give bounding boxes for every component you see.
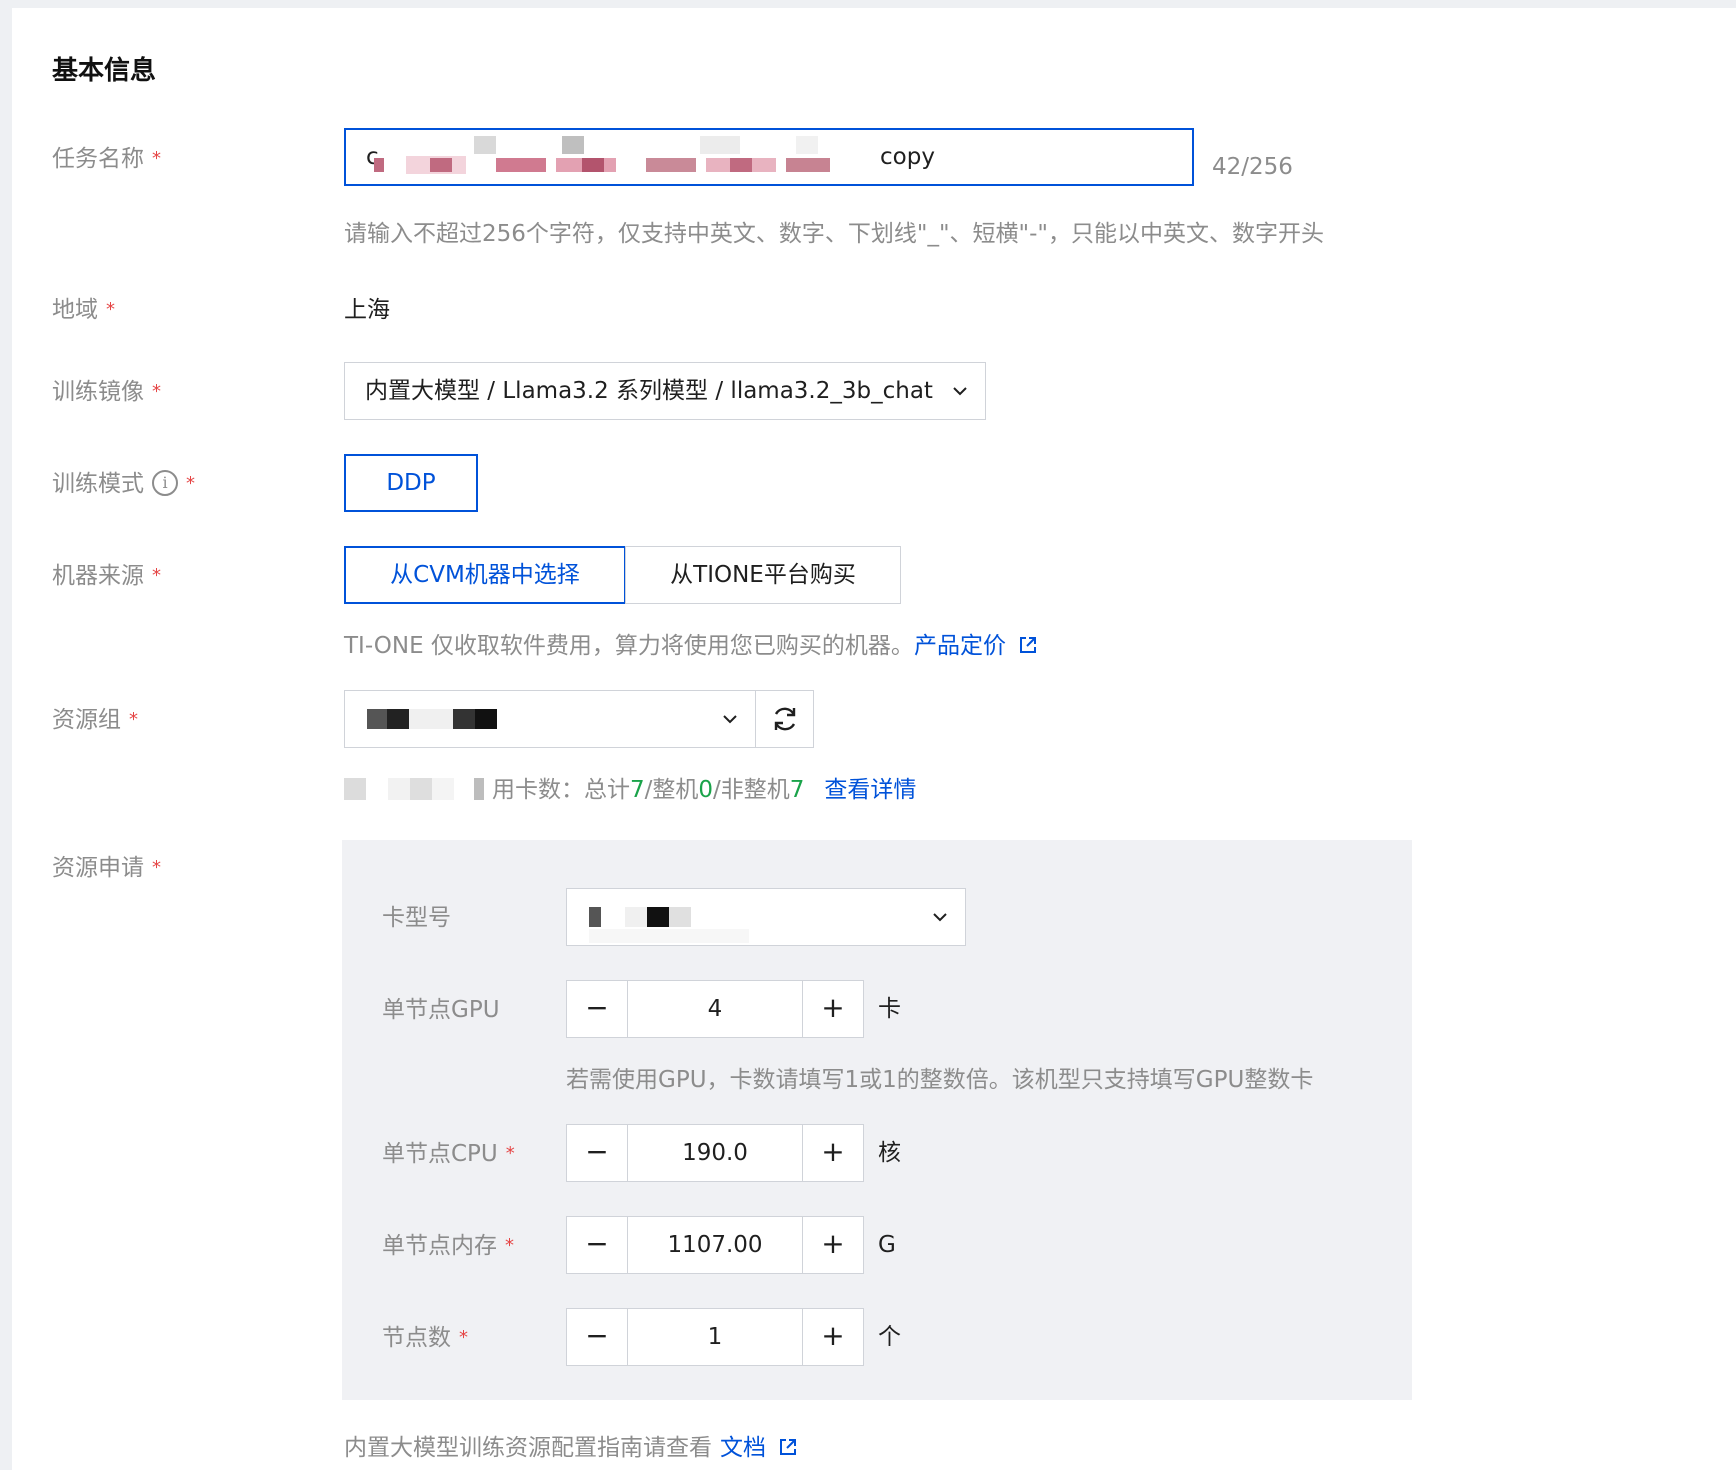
nodes-plus-button[interactable]: + bbox=[803, 1309, 863, 1365]
region-label: 地域 * bbox=[52, 297, 115, 323]
redacted-block bbox=[786, 158, 830, 172]
required-mark: * bbox=[129, 709, 138, 730]
nodes-label: 节点数 * bbox=[382, 1325, 468, 1351]
chevron-down-icon bbox=[723, 715, 737, 724]
gpu-minus-button[interactable]: − bbox=[567, 981, 627, 1037]
redacted-block bbox=[625, 907, 647, 927]
available-cards-text: 用卡数：总计7/整机0/非整机7 查看详情 bbox=[492, 777, 917, 803]
redacted-block bbox=[796, 136, 818, 154]
gpu-unit: 卡 bbox=[878, 996, 901, 1022]
docs-link[interactable]: 文档 bbox=[720, 1435, 766, 1461]
gpu-plus-button[interactable]: + bbox=[803, 981, 863, 1037]
redacted-block bbox=[700, 136, 740, 154]
source-cvm-button[interactable]: 从CVM机器中选择 bbox=[344, 546, 626, 604]
redacted-block bbox=[589, 929, 749, 943]
redacted-block bbox=[387, 709, 409, 729]
required-mark: * bbox=[106, 299, 115, 320]
redacted-group-name bbox=[344, 772, 494, 802]
cpu-minus-button[interactable]: − bbox=[567, 1125, 627, 1181]
redacted-block bbox=[374, 158, 384, 172]
region-value: 上海 bbox=[344, 297, 390, 323]
nodes-stepper: − 1 + bbox=[566, 1308, 864, 1366]
cpu-label: 单节点CPU * bbox=[382, 1141, 515, 1167]
redacted-block bbox=[453, 709, 475, 729]
chevron-down-icon bbox=[933, 913, 947, 922]
redacted-block bbox=[646, 158, 696, 172]
redacted-block bbox=[475, 709, 497, 729]
required-mark: * bbox=[459, 1327, 468, 1348]
resource-group-label: 资源组 * bbox=[52, 707, 138, 733]
redacted-block bbox=[669, 907, 691, 927]
required-mark: * bbox=[505, 1143, 515, 1164]
resource-request-panel: 卡型号 单节点GPU − 4 + 卡 若需使用GPU，卡数请填写1或1的整数倍。… bbox=[342, 840, 1412, 1400]
mode-ddp-button[interactable]: DDP bbox=[344, 454, 478, 512]
cpu-stepper: − 190.0 + bbox=[566, 1124, 864, 1182]
char-counter: 42/256 bbox=[1212, 154, 1293, 180]
redacted-block bbox=[730, 158, 752, 172]
cpu-value-input[interactable]: 190.0 bbox=[627, 1125, 803, 1181]
redacted-block bbox=[562, 136, 584, 154]
external-link-icon[interactable] bbox=[778, 1437, 798, 1457]
whole-count: 0 bbox=[698, 777, 714, 803]
nodes-minus-button[interactable]: − bbox=[567, 1309, 627, 1365]
memory-stepper: − 1107.00 + bbox=[566, 1216, 864, 1274]
required-mark: * bbox=[152, 565, 161, 586]
redacted-block bbox=[409, 709, 453, 729]
nodes-unit: 个 bbox=[878, 1324, 901, 1350]
nodes-value-input[interactable]: 1 bbox=[627, 1309, 803, 1365]
task-name-input[interactable]: c copy bbox=[344, 128, 1194, 186]
task-name-hint: 请输入不超过256个字符，仅支持中英文、数字、下划线"_"、短横"-"，只能以中… bbox=[344, 221, 1325, 247]
gpu-stepper: − 4 + bbox=[566, 980, 864, 1038]
required-mark: * bbox=[152, 381, 161, 402]
external-link-icon[interactable] bbox=[1018, 635, 1038, 655]
mode-label: 训练模式 i * bbox=[52, 469, 195, 497]
total-count: 7 bbox=[630, 777, 645, 803]
redacted-block bbox=[474, 136, 496, 154]
cpu-unit: 核 bbox=[878, 1140, 901, 1166]
memory-minus-button[interactable]: − bbox=[567, 1217, 627, 1273]
required-mark: * bbox=[505, 1235, 514, 1256]
required-mark: * bbox=[152, 148, 161, 169]
view-details-link[interactable]: 查看详情 bbox=[824, 777, 916, 803]
source-label: 机器来源 * bbox=[52, 563, 161, 589]
image-select[interactable]: 内置大模型 / Llama3.2 系列模型 / llama3.2_3b_chat bbox=[344, 362, 986, 420]
redacted-block bbox=[647, 907, 669, 927]
gpu-label: 单节点GPU bbox=[382, 997, 500, 1023]
partial-count: 7 bbox=[789, 777, 805, 803]
task-name-label: 任务名称 * bbox=[52, 146, 161, 172]
redacted-block bbox=[582, 158, 604, 172]
refresh-icon bbox=[774, 707, 796, 731]
memory-unit: G bbox=[878, 1232, 896, 1258]
pricing-link[interactable]: 产品定价 bbox=[914, 633, 1006, 659]
redacted-block bbox=[367, 709, 387, 729]
resource-request-label: 资源申请 * bbox=[52, 855, 161, 881]
image-label: 训练镜像 * bbox=[52, 379, 161, 405]
redacted-block bbox=[589, 907, 601, 927]
resource-group-select[interactable] bbox=[344, 690, 756, 748]
redacted-block bbox=[430, 158, 452, 172]
memory-label: 单节点内存 * bbox=[382, 1233, 514, 1259]
footer-hint: 内置大模型训练资源配置指南请查看 文档 bbox=[344, 1428, 798, 1462]
card-type-label: 卡型号 bbox=[382, 905, 451, 931]
card-type-select[interactable] bbox=[566, 888, 966, 946]
info-icon[interactable]: i bbox=[152, 469, 178, 496]
gpu-value-input[interactable]: 4 bbox=[627, 981, 803, 1037]
memory-value-input[interactable]: 1107.00 bbox=[627, 1217, 803, 1273]
gpu-hint: 若需使用GPU，卡数请填写1或1的整数倍。该机型只支持填写GPU整数卡 bbox=[566, 1067, 1314, 1093]
source-tione-button[interactable]: 从TIONE平台购买 bbox=[625, 546, 901, 604]
refresh-button[interactable] bbox=[755, 690, 814, 748]
memory-plus-button[interactable]: + bbox=[803, 1217, 863, 1273]
cpu-plus-button[interactable]: + bbox=[803, 1125, 863, 1181]
basic-info-card: 基本信息 任务名称 * c copy 42/256 请输入不超过256个字符，仅支… bbox=[12, 8, 1736, 1470]
chevron-down-icon bbox=[953, 387, 967, 396]
section-title: 基本信息 bbox=[52, 56, 157, 86]
source-hint: TI-ONE 仅收取软件费用，算力将使用您已购买的机器。产品定价 bbox=[344, 626, 1038, 660]
required-mark: * bbox=[152, 857, 161, 878]
required-mark: * bbox=[186, 473, 195, 494]
redacted-block bbox=[496, 158, 546, 172]
